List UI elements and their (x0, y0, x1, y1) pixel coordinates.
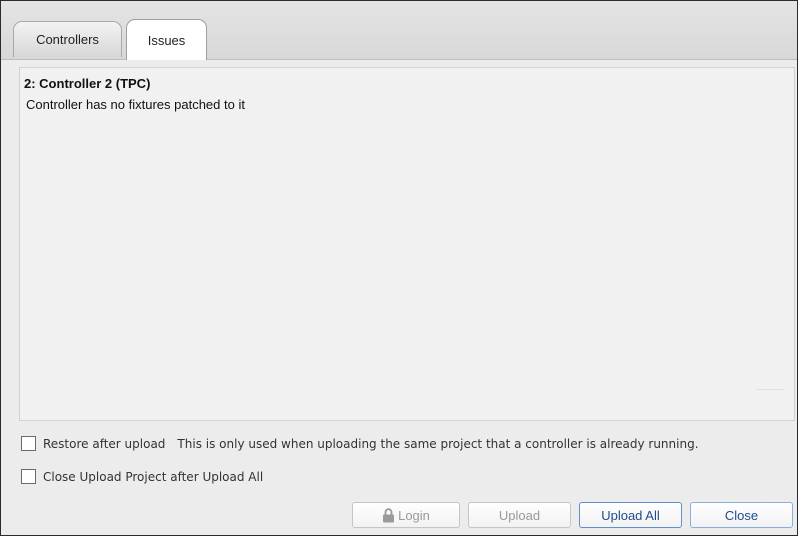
tab-issues[interactable]: Issues (126, 19, 207, 60)
tab-bar: Controllers Issues (1, 1, 797, 60)
close-button[interactable]: Close (690, 502, 793, 528)
upload-button-label: Upload (498, 507, 541, 523)
close-after-upload-label: Close Upload Project after Upload All (43, 469, 264, 484)
tab-controllers-label: Controllers (36, 32, 99, 47)
lock-icon (383, 507, 395, 522)
resize-handle (756, 389, 784, 390)
close-after-upload-option: Close Upload Project after Upload All (21, 469, 263, 484)
close-button-label: Close (724, 507, 759, 523)
upload-all-button[interactable]: Upload All (579, 502, 682, 528)
issues-list[interactable]: 2: Controller 2 (TPC) Controller has no … (19, 67, 795, 421)
restore-after-upload-label: Restore after upload (43, 436, 166, 451)
restore-hint-text: This is only used when uploading the sam… (177, 436, 699, 451)
login-button[interactable]: Login (352, 502, 460, 528)
issue-description: Controller has no fixtures patched to it (26, 97, 245, 112)
upload-button[interactable]: Upload (468, 502, 571, 528)
issue-title: 2: Controller 2 (TPC) (24, 76, 151, 91)
close-after-upload-checkbox[interactable] (21, 469, 36, 484)
tab-controllers[interactable]: Controllers (13, 21, 122, 57)
restore-after-upload-option: Restore after upload This is only used w… (21, 436, 699, 451)
upload-dialog: Controllers Issues 2: Controller 2 (TPC)… (0, 0, 798, 536)
tab-issues-label: Issues (147, 32, 186, 48)
restore-after-upload-checkbox[interactable] (21, 436, 36, 451)
upload-all-button-label: Upload All (601, 507, 660, 523)
login-button-label: Login (398, 507, 430, 523)
